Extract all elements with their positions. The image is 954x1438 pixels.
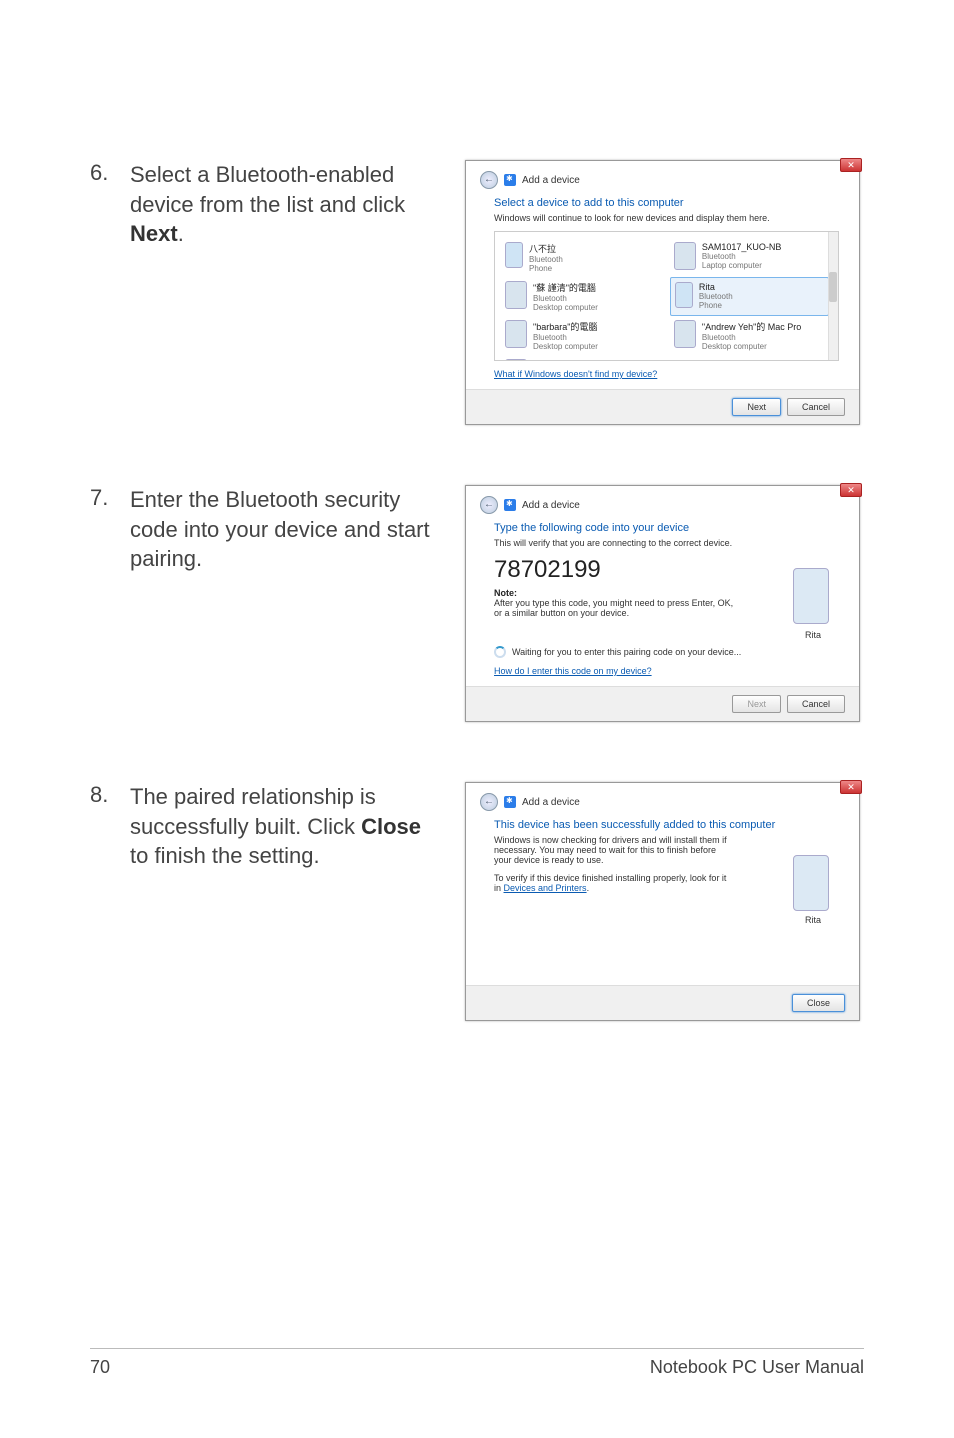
laptop-icon xyxy=(505,359,527,361)
waiting-text: Waiting for you to enter this pairing co… xyxy=(512,647,741,657)
add-device-dialog-3: ✕ ← Add a device This device has been su… xyxy=(465,782,860,1021)
dialog-subtext: Windows will continue to look for new de… xyxy=(494,213,839,223)
step-6-number: 6. xyxy=(90,160,130,186)
desktop-icon xyxy=(505,320,527,348)
device-label: Rita xyxy=(805,630,821,640)
pairing-code: 78702199 xyxy=(494,556,839,584)
next-button[interactable]: Next xyxy=(732,398,781,416)
add-device-dialog-2: ✕ ← Add a device Type the following code… xyxy=(465,485,860,722)
next-button: Next xyxy=(732,695,781,713)
bluetooth-icon xyxy=(504,796,516,808)
phone-icon xyxy=(675,282,693,308)
step-8: 8. The paired relationship is successful… xyxy=(90,782,864,1021)
device-label: Rita xyxy=(805,915,821,925)
device-item[interactable]: SAM1017_KUO-NB Bluetooth Laptop computer xyxy=(670,238,829,277)
note-text: After you type this code, you might need… xyxy=(494,598,734,618)
device-item[interactable]: "蘇 謹清"的電腦 Bluetooth Desktop computer xyxy=(501,277,660,316)
body-text-2: To verify if this device finished instal… xyxy=(494,873,734,893)
how-to-enter-link[interactable]: How do I enter this code on my device? xyxy=(494,666,652,676)
device-item[interactable]: "Andrew Yeh"的 Mac Pro Bluetooth Desktop … xyxy=(670,316,829,355)
back-icon[interactable]: ← xyxy=(480,171,498,189)
close-icon[interactable]: ✕ xyxy=(840,780,862,794)
manual-title: Notebook PC User Manual xyxy=(650,1357,864,1378)
step-7: 7. Enter the Bluetooth security code int… xyxy=(90,485,864,722)
dialog-title: Add a device xyxy=(522,797,580,808)
dialog-header: ← Add a device xyxy=(466,783,859,815)
step-7-text: Enter the Bluetooth security code into y… xyxy=(130,485,465,574)
back-icon[interactable]: ← xyxy=(480,793,498,811)
bluetooth-icon xyxy=(504,174,516,186)
step-6: 6. Select a Bluetooth-enabled device fro… xyxy=(90,160,864,425)
close-icon[interactable]: ✕ xyxy=(840,158,862,172)
spinner-icon xyxy=(494,646,506,658)
device-item-selected[interactable]: Rita Bluetooth Phone xyxy=(670,277,829,316)
step-7-number: 7. xyxy=(90,485,130,511)
dialog-instruction: Select a device to add to this computer xyxy=(494,197,839,209)
desktop-icon xyxy=(674,320,696,348)
phone-icon xyxy=(793,568,829,624)
body-text-1: Windows is now checking for drivers and … xyxy=(494,835,734,865)
step-8-number: 8. xyxy=(90,782,130,808)
device-item[interactable]: "barbara"的電腦 Bluetooth Desktop computer xyxy=(501,316,660,355)
dialog-title: Add a device xyxy=(522,175,580,186)
devices-printers-link[interactable]: Devices and Printers xyxy=(504,883,587,893)
dialog-instruction: Type the following code into your device xyxy=(494,522,839,534)
bluetooth-icon xyxy=(504,499,516,511)
phone-icon xyxy=(793,855,829,911)
step-8-text: The paired relationship is successfully … xyxy=(130,782,465,871)
device-list: 八不拉 Bluetooth Phone SAM1017_KUO-NB Bluet… xyxy=(494,231,839,361)
step-6-text: Select a Bluetooth-enabled device from t… xyxy=(130,160,465,249)
page-number: 70 xyxy=(90,1357,110,1378)
dialog-title: Add a device xyxy=(522,500,580,511)
cancel-button[interactable]: Cancel xyxy=(787,398,845,416)
dialog-subtext: This will verify that you are connecting… xyxy=(494,538,839,548)
device-item[interactable]: 八不拉 Bluetooth Phone xyxy=(501,238,660,277)
scrollbar[interactable] xyxy=(828,232,838,360)
dialog-instruction: This device has been successfully added … xyxy=(494,819,839,831)
dialog-header: ← Add a device xyxy=(466,486,859,518)
add-device-dialog-1: ✕ ← Add a device Select a device to add … xyxy=(465,160,860,425)
dialog-header: ← Add a device xyxy=(466,161,859,193)
close-button[interactable]: Close xyxy=(792,994,845,1012)
close-icon[interactable]: ✕ xyxy=(840,483,862,497)
phone-icon xyxy=(505,242,523,268)
laptop-icon xyxy=(674,242,696,270)
desktop-icon xyxy=(505,281,527,309)
device-item[interactable]: YL_HSIEH-NB Bluetooth xyxy=(501,355,660,361)
cancel-button[interactable]: Cancel xyxy=(787,695,845,713)
back-icon[interactable]: ← xyxy=(480,496,498,514)
note-label: Note: xyxy=(494,588,839,598)
what-if-link[interactable]: What if Windows doesn't find my device? xyxy=(494,369,657,379)
page-footer: 70 Notebook PC User Manual xyxy=(90,1348,864,1378)
